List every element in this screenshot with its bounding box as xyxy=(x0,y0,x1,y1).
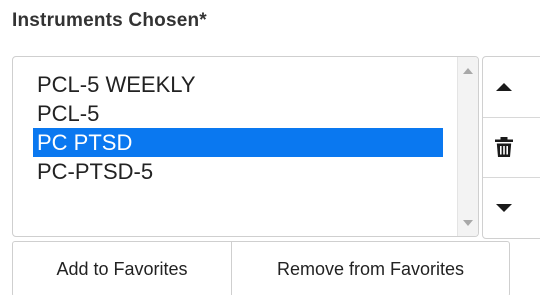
instruments-listbox[interactable]: PCL-5 WEEKLY PCL-5 PC PTSD PC-PTSD-5 xyxy=(12,56,479,237)
instruments-options: PCL-5 WEEKLY PCL-5 PC PTSD PC-PTSD-5 xyxy=(33,70,443,186)
favorites-button-group: Add to Favorites Remove from Favorites xyxy=(12,241,510,295)
move-up-button[interactable] xyxy=(483,57,540,118)
instrument-option-pc-ptsd[interactable]: PC PTSD xyxy=(33,128,443,157)
instrument-option-pcl5[interactable]: PCL-5 xyxy=(33,99,443,128)
reorder-controls xyxy=(482,56,540,239)
scroll-up-arrow-icon[interactable] xyxy=(463,68,473,74)
remove-from-favorites-button[interactable]: Remove from Favorites xyxy=(232,242,509,295)
move-down-button[interactable] xyxy=(483,178,540,238)
remove-instrument-button[interactable] xyxy=(483,117,540,178)
triangle-up-icon xyxy=(496,83,512,91)
instruments-chosen-panel: Instruments Chosen* PCL-5 WEEKLY PCL-5 P… xyxy=(0,0,540,295)
listbox-scrollbar[interactable] xyxy=(457,57,478,236)
section-title: Instruments Chosen* xyxy=(12,10,207,31)
scroll-down-arrow-icon[interactable] xyxy=(463,220,473,226)
instrument-option-pcl5-weekly[interactable]: PCL-5 WEEKLY xyxy=(33,70,443,99)
triangle-down-icon xyxy=(496,204,512,212)
instrument-option-pc-ptsd-5[interactable]: PC-PTSD-5 xyxy=(33,157,443,186)
trash-icon xyxy=(495,137,513,157)
add-to-favorites-button[interactable]: Add to Favorites xyxy=(13,242,232,295)
